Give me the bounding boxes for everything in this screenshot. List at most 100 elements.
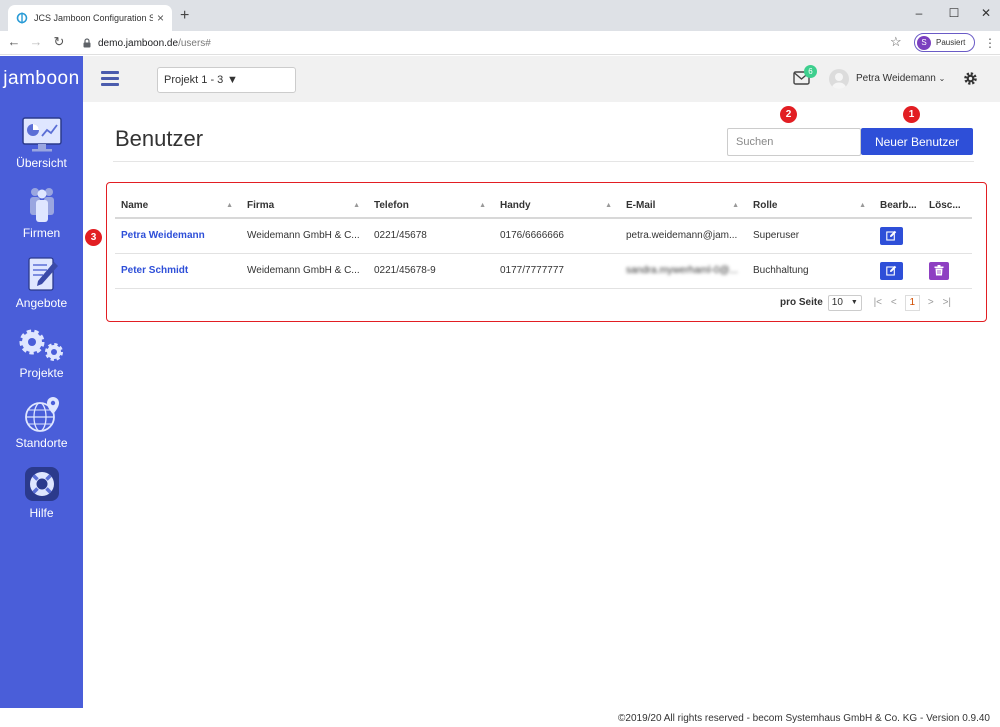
edit-button[interactable] xyxy=(880,261,903,280)
next-page-button[interactable]: > xyxy=(923,297,939,308)
url-path: /users# xyxy=(178,37,211,49)
page-size-select[interactable]: 10 ▼ xyxy=(827,294,862,311)
sidebar-item-uebersicht[interactable]: Übersicht xyxy=(0,116,83,182)
edit-icon xyxy=(886,231,897,241)
sidebar-item-label: Projekte xyxy=(19,366,64,380)
footer: ©2019/20 All rights reserved - becom Sys… xyxy=(83,708,1000,727)
sidebar-item-angebote[interactable]: Angebote xyxy=(0,256,83,322)
trash-icon xyxy=(934,265,944,276)
cell-email: sandra.mywerhaml-0@... xyxy=(620,253,747,289)
cell-edit xyxy=(874,253,923,289)
document-pencil-icon xyxy=(27,257,58,291)
column-header-name[interactable]: Name ▲ xyxy=(115,193,241,219)
cell-handy: 0177/7777777 xyxy=(494,253,620,289)
cell-delete xyxy=(923,218,972,254)
current-page[interactable]: 1 xyxy=(904,294,920,311)
globe-pin-icon xyxy=(24,397,59,432)
settings-gear-icon[interactable] xyxy=(963,71,978,86)
sort-arrow-icon[interactable]: ▲ xyxy=(859,202,866,209)
users-table: Name ▲ Firma ▲ Telefon ▲ Handy ▲ E-Mail ▲ Rol… xyxy=(115,193,972,289)
column-header-rolle[interactable]: Rolle ▲ xyxy=(747,193,874,219)
sidebar-item-projekte[interactable]: Projekte xyxy=(0,326,83,392)
column-header-firma[interactable]: Firma ▲ xyxy=(241,193,368,219)
column-label: Rolle xyxy=(753,199,778,211)
profile-status: Pausiert xyxy=(936,38,966,47)
search-input[interactable] xyxy=(727,128,861,156)
chevron-down-icon: ▼ xyxy=(227,74,238,86)
lock-icon xyxy=(83,38,91,48)
brand-text: jamboon xyxy=(3,68,80,89)
annotation-marker-1: 1 xyxy=(903,106,920,123)
reload-icon[interactable]: ↻ xyxy=(50,33,68,51)
new-tab-button[interactable]: + xyxy=(180,8,189,24)
browser-toolbar: ← → ↻ demo.jamboon.de/users# ☆ S Pausier… xyxy=(0,31,1000,55)
table-header-row: Name ▲ Firma ▲ Telefon ▲ Handy ▲ E-Mail ▲ Rol… xyxy=(115,193,972,219)
maximize-icon[interactable]: ☐ xyxy=(942,3,966,23)
cell-name[interactable]: Peter Schmidt xyxy=(115,253,241,289)
chevron-down-icon: ⌄ xyxy=(938,74,946,83)
browser-tab[interactable]: JCS Jamboon Configuration Server × xyxy=(8,5,172,31)
browser-menu-icon[interactable]: ⋮ xyxy=(984,34,996,52)
annotation-marker-3: 3 xyxy=(85,229,102,246)
cell-telefon: 0221/45678 xyxy=(368,218,494,254)
user-name: Petra Weidemann xyxy=(856,73,936,84)
sidebar-item-label: Hilfe xyxy=(29,506,54,520)
mail-count-badge: 6 xyxy=(804,65,817,78)
delete-button[interactable] xyxy=(929,261,949,280)
cell-edit xyxy=(874,218,923,254)
sidebar-item-firmen[interactable]: Firmen xyxy=(0,186,83,252)
user-avatar[interactable] xyxy=(829,69,849,89)
sort-arrow-icon[interactable]: ▲ xyxy=(732,202,739,209)
column-header-handy[interactable]: Handy ▲ xyxy=(494,193,620,219)
sort-arrow-icon[interactable]: ▲ xyxy=(353,202,360,209)
window-close-icon[interactable]: ✕ xyxy=(974,3,998,23)
edit-button[interactable] xyxy=(880,226,903,245)
address-bar[interactable]: demo.jamboon.de/users# xyxy=(78,34,908,52)
forward-arrow-icon[interactable]: → xyxy=(27,33,45,51)
profile-button[interactable]: S Pausiert xyxy=(914,33,975,52)
column-label: Handy xyxy=(500,199,531,211)
sidebar-item-standorte[interactable]: Standorte xyxy=(0,396,83,462)
page-title: Benutzer xyxy=(115,126,204,151)
column-header-telefon[interactable]: Telefon ▲ xyxy=(368,193,494,219)
cell-firma: Weidemann GmbH & C... xyxy=(241,218,368,254)
url-text: demo.jamboon.de/users# xyxy=(98,38,211,49)
lifebuoy-icon xyxy=(24,467,59,501)
last-page-button[interactable]: >| xyxy=(939,297,955,308)
edit-icon xyxy=(886,265,897,276)
column-label: E-Mail xyxy=(626,199,656,211)
minimize-icon[interactable]: – xyxy=(907,3,931,23)
sort-arrow-icon[interactable]: ▲ xyxy=(479,202,486,209)
sidebar-item-hilfe[interactable]: Hilfe xyxy=(0,466,83,532)
user-menu[interactable]: Petra Weidemann ⌄ xyxy=(856,73,945,84)
project-select-value: Projekt 1 - 3 Standort... xyxy=(164,74,227,86)
column-header-email[interactable]: E-Mail ▲ xyxy=(620,193,747,219)
project-select[interactable]: Projekt 1 - 3 Standort... ▼ xyxy=(157,67,296,93)
browser-tabbar: JCS Jamboon Configuration Server × + – ☐… xyxy=(0,0,1000,31)
cell-delete xyxy=(923,253,972,289)
menu-toggle-icon[interactable] xyxy=(101,71,119,86)
cell-rolle: Superuser xyxy=(747,218,874,254)
sidebar-item-label: Angebote xyxy=(15,296,68,310)
cell-rolle: Buchhaltung xyxy=(747,253,874,289)
url-host: demo.jamboon.de xyxy=(98,37,179,49)
prev-page-button[interactable]: < xyxy=(886,297,902,308)
bookmark-star-icon[interactable]: ☆ xyxy=(890,33,902,51)
column-label: Bearb... xyxy=(880,199,917,211)
first-page-button[interactable]: |< xyxy=(870,297,886,308)
sort-arrow-icon[interactable]: ▲ xyxy=(605,202,612,209)
cell-name[interactable]: Petra Weidemann xyxy=(115,218,241,254)
pagination: pro Seite 10 ▼ |< < 1 > >| xyxy=(780,294,955,311)
column-label: Name xyxy=(121,199,149,211)
sort-arrow-icon[interactable]: ▲ xyxy=(226,202,233,209)
tab-close-icon[interactable]: × xyxy=(157,12,164,24)
brand-logo[interactable]: jamboon xyxy=(0,56,83,102)
chart-monitor-icon xyxy=(21,117,62,152)
app-header: Projekt 1 - 3 Standort... ▼ 6 Petra Weid… xyxy=(83,56,1000,102)
column-label: Firma xyxy=(247,199,275,211)
back-arrow-icon[interactable]: ← xyxy=(5,33,23,51)
cell-firma: Weidemann GmbH & C... xyxy=(241,253,368,289)
cell-telefon: 0221/45678-9 xyxy=(368,253,494,289)
cell-email: petra.weidemann@jam... xyxy=(620,218,747,254)
new-user-button[interactable]: Neuer Benutzer xyxy=(861,128,973,155)
